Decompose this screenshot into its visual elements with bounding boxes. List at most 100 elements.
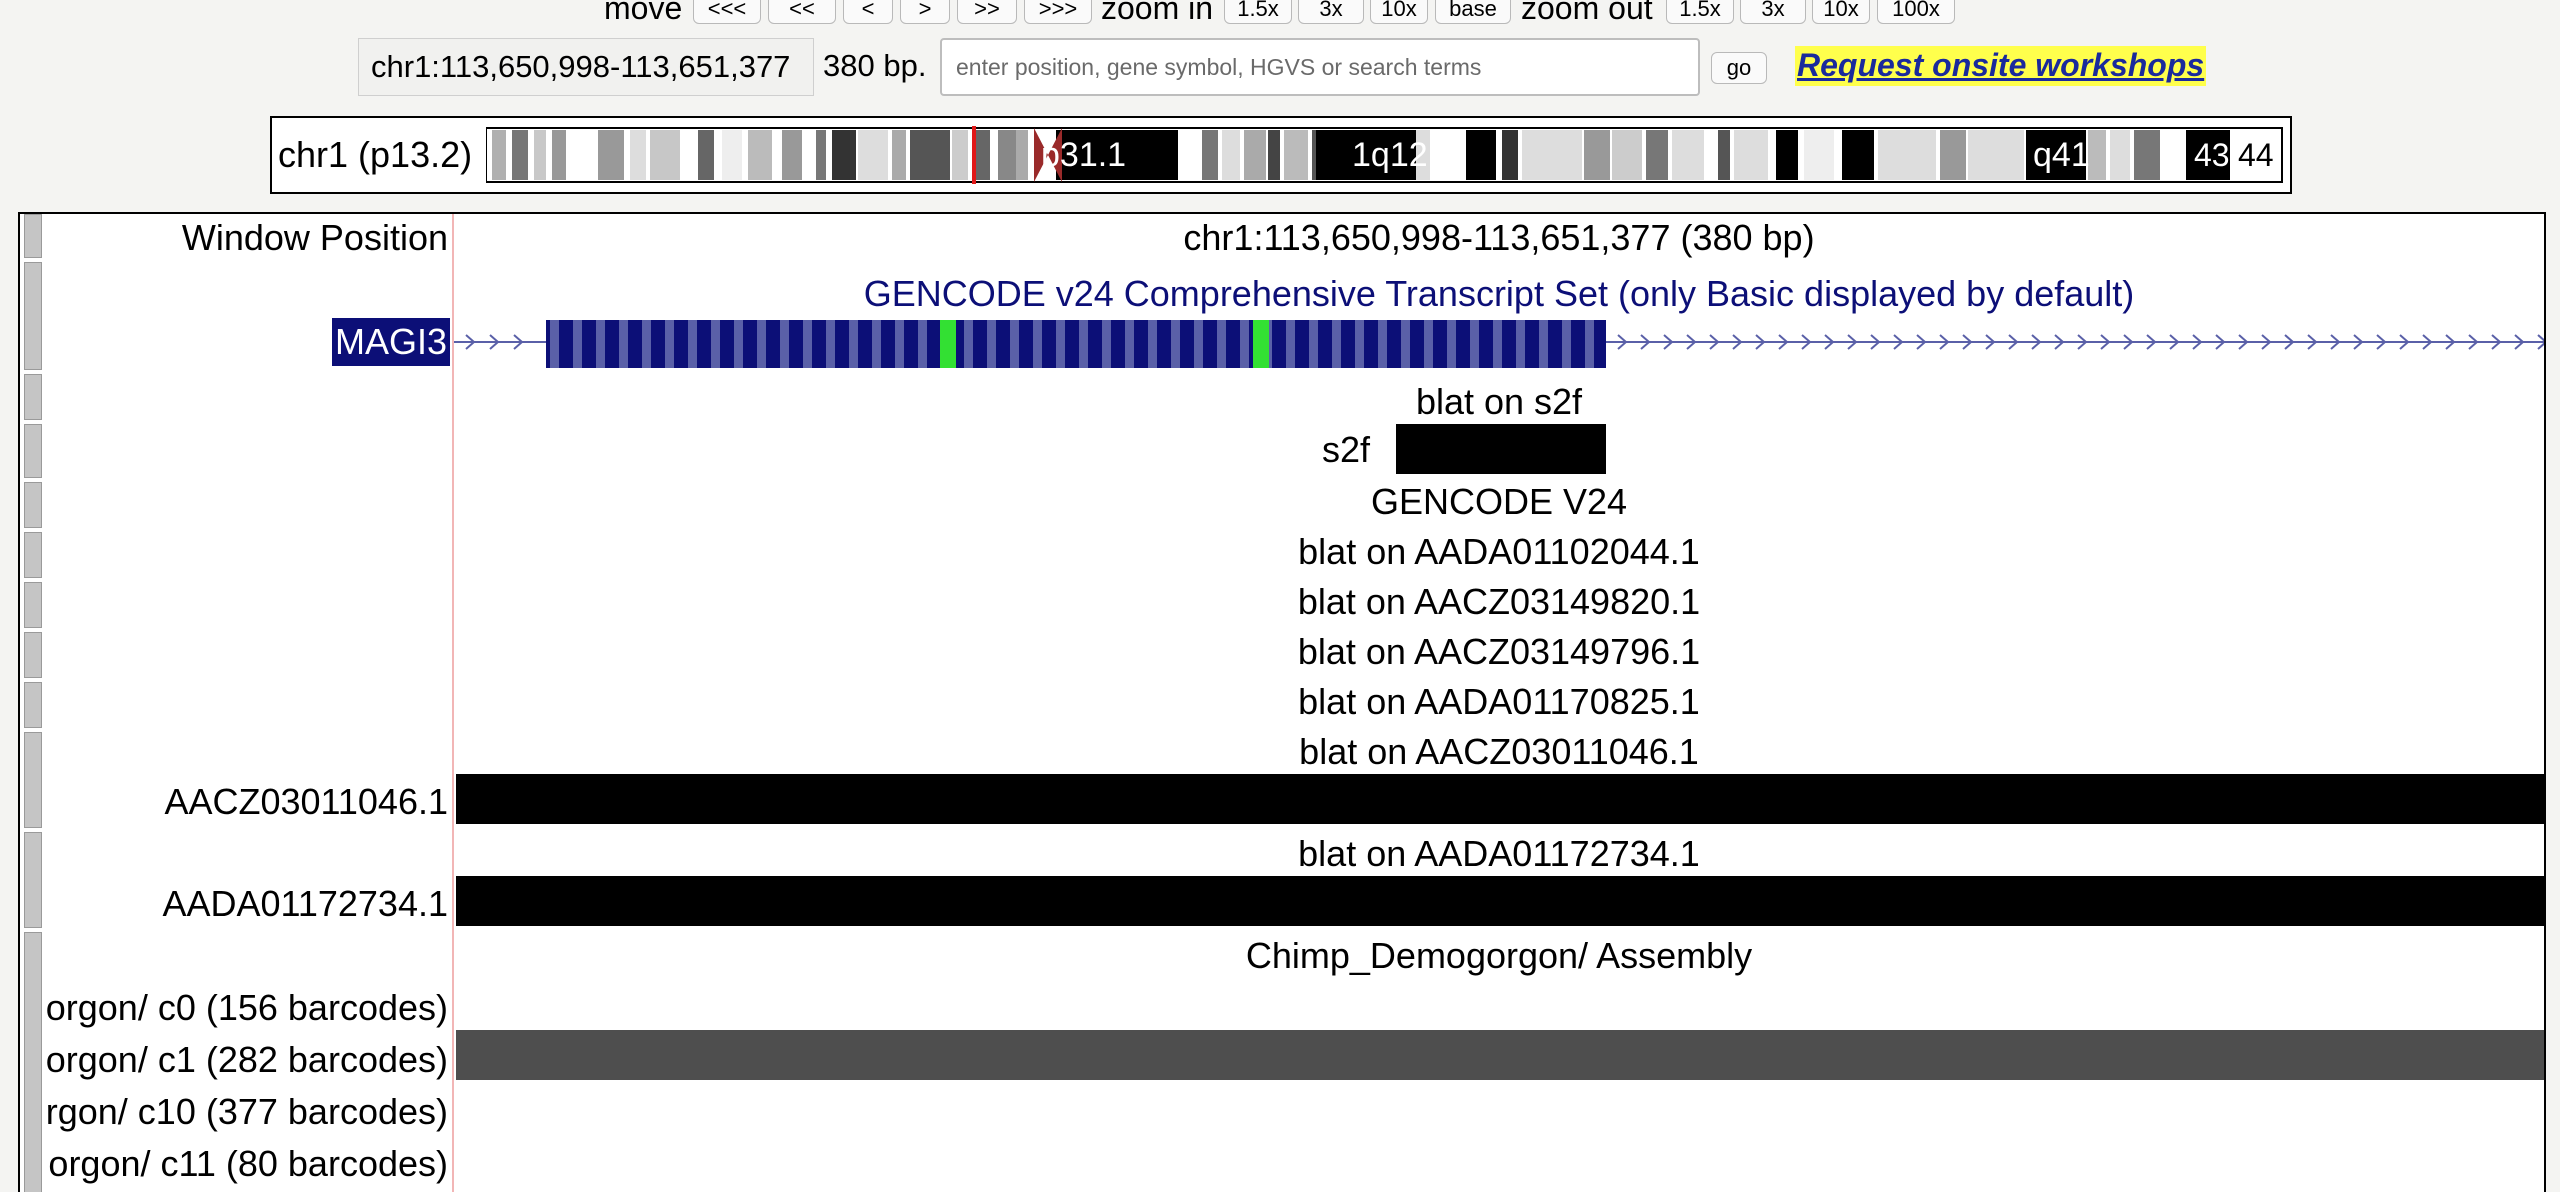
go-button[interactable]: go: [1711, 52, 1767, 84]
exon-stripe: [1102, 320, 1111, 368]
exon-stripe: [1286, 320, 1295, 368]
ideogram-band: [650, 130, 680, 180]
ideogram-band: [2134, 130, 2160, 180]
zoom-out-100x-button[interactable]: 100x: [1877, 0, 1955, 24]
cluster-label: orgon/ c11 (80 barcodes): [48, 1143, 448, 1184]
window-size-text: 380 bp.: [823, 48, 927, 83]
ideogram-band: [598, 130, 624, 180]
ideogram-band: [998, 130, 1016, 180]
aada-track-label: AADA01172734.1: [162, 883, 448, 924]
move-label: move: [604, 0, 683, 26]
gencode-v24-title: GENCODE V24: [1370, 481, 1628, 522]
aacz-alignment-block[interactable]: [456, 774, 2544, 824]
exon-stripe: [1493, 320, 1502, 368]
search-input[interactable]: [940, 38, 1700, 96]
ideogram-band: [552, 130, 566, 180]
ideogram-band: [1466, 130, 1496, 180]
exon-stripe: [734, 320, 743, 368]
exon-stripe: [826, 320, 835, 368]
ideogram-band: [492, 130, 506, 180]
ideogram-band: [1244, 130, 1266, 180]
band-label-q41: q41: [2033, 136, 2090, 174]
band-label-1q12: 1q12: [1352, 136, 1428, 174]
move-step-left-button[interactable]: <: [843, 0, 893, 24]
ideogram-band: [832, 130, 856, 180]
exon-stripe: [1148, 320, 1157, 368]
exon-stripe: [573, 320, 582, 368]
cluster-c1-bar[interactable]: [456, 1030, 2544, 1080]
exon-stripe: [1217, 320, 1226, 368]
exon-stripe: [964, 320, 973, 368]
exon-stripe: [1332, 320, 1341, 368]
move-far-right-button[interactable]: >>>: [1024, 0, 1092, 24]
exon-stripe: [665, 320, 674, 368]
zoom-in-1-5x-button[interactable]: 1.5x: [1224, 0, 1292, 24]
exon-stripe: [1378, 320, 1387, 368]
cluster-label: orgon/ c1 (282 barcodes): [45, 1039, 448, 1080]
exon-stripe: [987, 320, 996, 368]
s2f-label: s2f: [1321, 429, 1370, 470]
zoom-base-button[interactable]: base: [1435, 0, 1511, 24]
move-left-button[interactable]: <<: [768, 0, 836, 24]
zoom-in-10x-button[interactable]: 10x: [1370, 0, 1428, 24]
exon-stripe: [1033, 320, 1042, 368]
ideogram-band: [2110, 130, 2130, 180]
ideogram-band: [976, 130, 990, 180]
move-step-right-button[interactable]: >: [900, 0, 950, 24]
exon-stripe: [1194, 320, 1203, 368]
exon-stripe: [619, 320, 628, 368]
ideogram-band: [910, 130, 950, 180]
genome-browser-tracks[interactable]: Window Position chr1:113,650,998-113,651…: [18, 212, 2546, 1192]
s2f-alignment-block[interactable]: [1396, 424, 1606, 474]
exon-stripe: [849, 320, 858, 368]
navigation-bar: move <<< << < > >> >>> zoom in 1.5x 3x 1…: [0, 0, 2560, 28]
ideogram-band: [1968, 130, 2024, 180]
exon-stripe: [1470, 320, 1479, 368]
zoom-in-3x-button[interactable]: 3x: [1298, 0, 1364, 24]
exon-stripe: [1401, 320, 1410, 368]
blat-s2f-title: blat on s2f: [1415, 381, 1583, 422]
ideogram-band: [1180, 130, 1200, 180]
exon-stripe: [1562, 320, 1571, 368]
zoom-out-3x-button[interactable]: 3x: [1740, 0, 1806, 24]
ideogram-band: [1804, 130, 1834, 180]
ideogram-band: [1584, 130, 1610, 180]
exon-stripe: [642, 320, 651, 368]
ideogram-band: [2088, 130, 2106, 180]
ideogram-band: [858, 130, 888, 180]
ideogram-band: [1502, 130, 1518, 180]
exon-stripe: [711, 320, 720, 368]
ideogram-band: [1612, 130, 1642, 180]
ideogram-band: [952, 130, 968, 180]
zoom-out-1-5x-button[interactable]: 1.5x: [1666, 0, 1734, 24]
ideogram-band: [782, 130, 802, 180]
ideogram-bands[interactable]: p31.1 1q12 q41 43 44: [486, 126, 2286, 184]
exon-stripe: [1355, 320, 1364, 368]
request-workshops-link[interactable]: Request onsite workshops: [1795, 46, 2207, 86]
move-far-left-button[interactable]: <<<: [693, 0, 761, 24]
ideogram-label: chr1 (p13.2): [278, 134, 473, 175]
exon-stripe: [1447, 320, 1456, 368]
move-right-button[interactable]: >>: [957, 0, 1017, 24]
ideogram-band: [1842, 130, 1874, 180]
exon-stripe: [1516, 320, 1525, 368]
exon-stripe: [803, 320, 812, 368]
band-label-43: 43: [2194, 137, 2230, 173]
aada-alignment-block[interactable]: [456, 876, 2544, 926]
ideogram-band: [1672, 130, 1704, 180]
exon-stripe: [1585, 320, 1594, 368]
exon-stripe: [1171, 320, 1180, 368]
ideogram-band: [816, 130, 826, 180]
exon-stripe: [1424, 320, 1433, 368]
exon-stripe: [1010, 320, 1019, 368]
exon-stripe: [872, 320, 881, 368]
ideogram-band: [1734, 130, 1768, 180]
zoom-out-10x-button[interactable]: 10x: [1812, 0, 1870, 24]
blat-track-title: blat on AADA01102044.1: [1298, 531, 1700, 572]
ideogram-band: [892, 130, 906, 180]
cluster-label: orgon/ c0 (156 barcodes): [45, 987, 448, 1028]
chromosome-ideogram[interactable]: chr1 (p13.2) p31.1 1q12 q41 43 44: [270, 116, 2292, 194]
blat-aada-title: blat on AADA01172734.1: [1298, 833, 1700, 874]
exon-stripe: [596, 320, 605, 368]
ideogram-band: [1878, 130, 1936, 180]
